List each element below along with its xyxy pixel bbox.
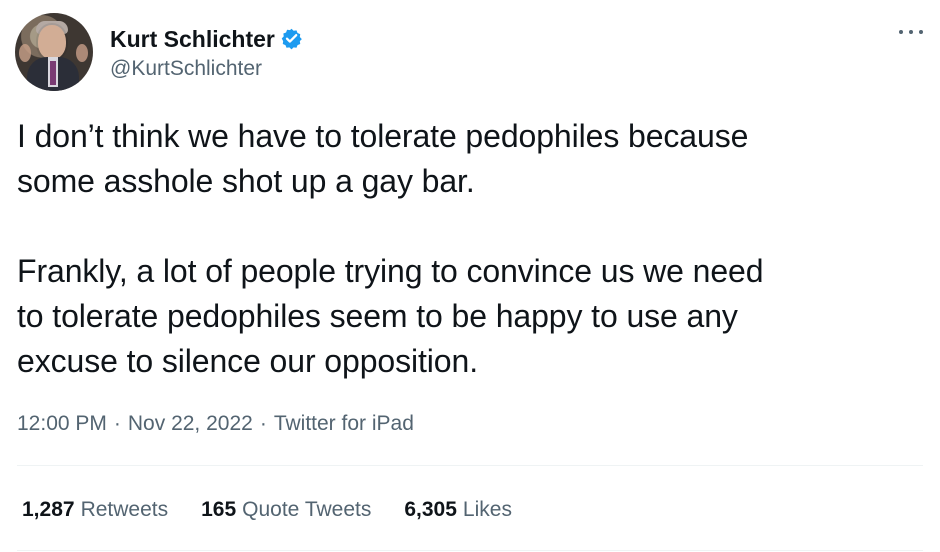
- author-display-name[interactable]: Kurt Schlichter: [110, 25, 275, 53]
- author-avatar[interactable]: [15, 13, 93, 91]
- quote-tweets-stat[interactable]: 165 Quote Tweets: [201, 496, 371, 524]
- verified-badge-icon: [280, 27, 303, 50]
- engagement-stats: 1,287 Retweets 165 Quote Tweets 6,305 Li…: [22, 496, 545, 524]
- metadata-separator: ·: [113, 412, 121, 435]
- likes-count: 6,305: [404, 498, 457, 521]
- tweet-time[interactable]: 12:00 PM: [17, 410, 107, 438]
- top-divider: [17, 465, 923, 466]
- tweet-metadata: 12:00 PM · Nov 22, 2022 · Twitter for iP…: [17, 410, 414, 438]
- avatar-side-face-left: [19, 44, 31, 62]
- tweet-date[interactable]: Nov 22, 2022: [128, 410, 253, 438]
- likes-stat[interactable]: 6,305 Likes: [404, 496, 512, 524]
- tweet-source[interactable]: Twitter for iPad: [274, 410, 414, 438]
- avatar-side-face-right: [76, 44, 88, 62]
- more-dot: [899, 30, 903, 34]
- tweet-detail-card: Kurt Schlichter @KurtSchlichter I don’t …: [0, 0, 940, 552]
- author-name-row: Kurt Schlichter: [110, 24, 303, 54]
- retweets-stat[interactable]: 1,287 Retweets: [22, 496, 168, 524]
- tweet-text: I don’t think we have to tolerate pedoph…: [17, 118, 764, 379]
- more-dot: [919, 30, 923, 34]
- author-identity: Kurt Schlichter @KurtSchlichter: [110, 24, 303, 83]
- retweets-label: Retweets: [80, 498, 169, 521]
- avatar-tie: [50, 61, 56, 85]
- quote-tweets-label: Quote Tweets: [242, 498, 372, 521]
- tweet-header: Kurt Schlichter @KurtSchlichter: [15, 12, 925, 92]
- more-horizontal-icon[interactable]: [899, 22, 923, 42]
- likes-label: Likes: [462, 498, 512, 521]
- quote-tweets-count: 165: [201, 498, 237, 521]
- retweets-count: 1,287: [22, 498, 75, 521]
- metadata-separator: ·: [259, 412, 267, 435]
- author-handle[interactable]: @KurtSchlichter: [110, 55, 303, 83]
- more-dot: [909, 30, 913, 34]
- bottom-divider: [17, 550, 923, 551]
- avatar-face: [38, 25, 66, 59]
